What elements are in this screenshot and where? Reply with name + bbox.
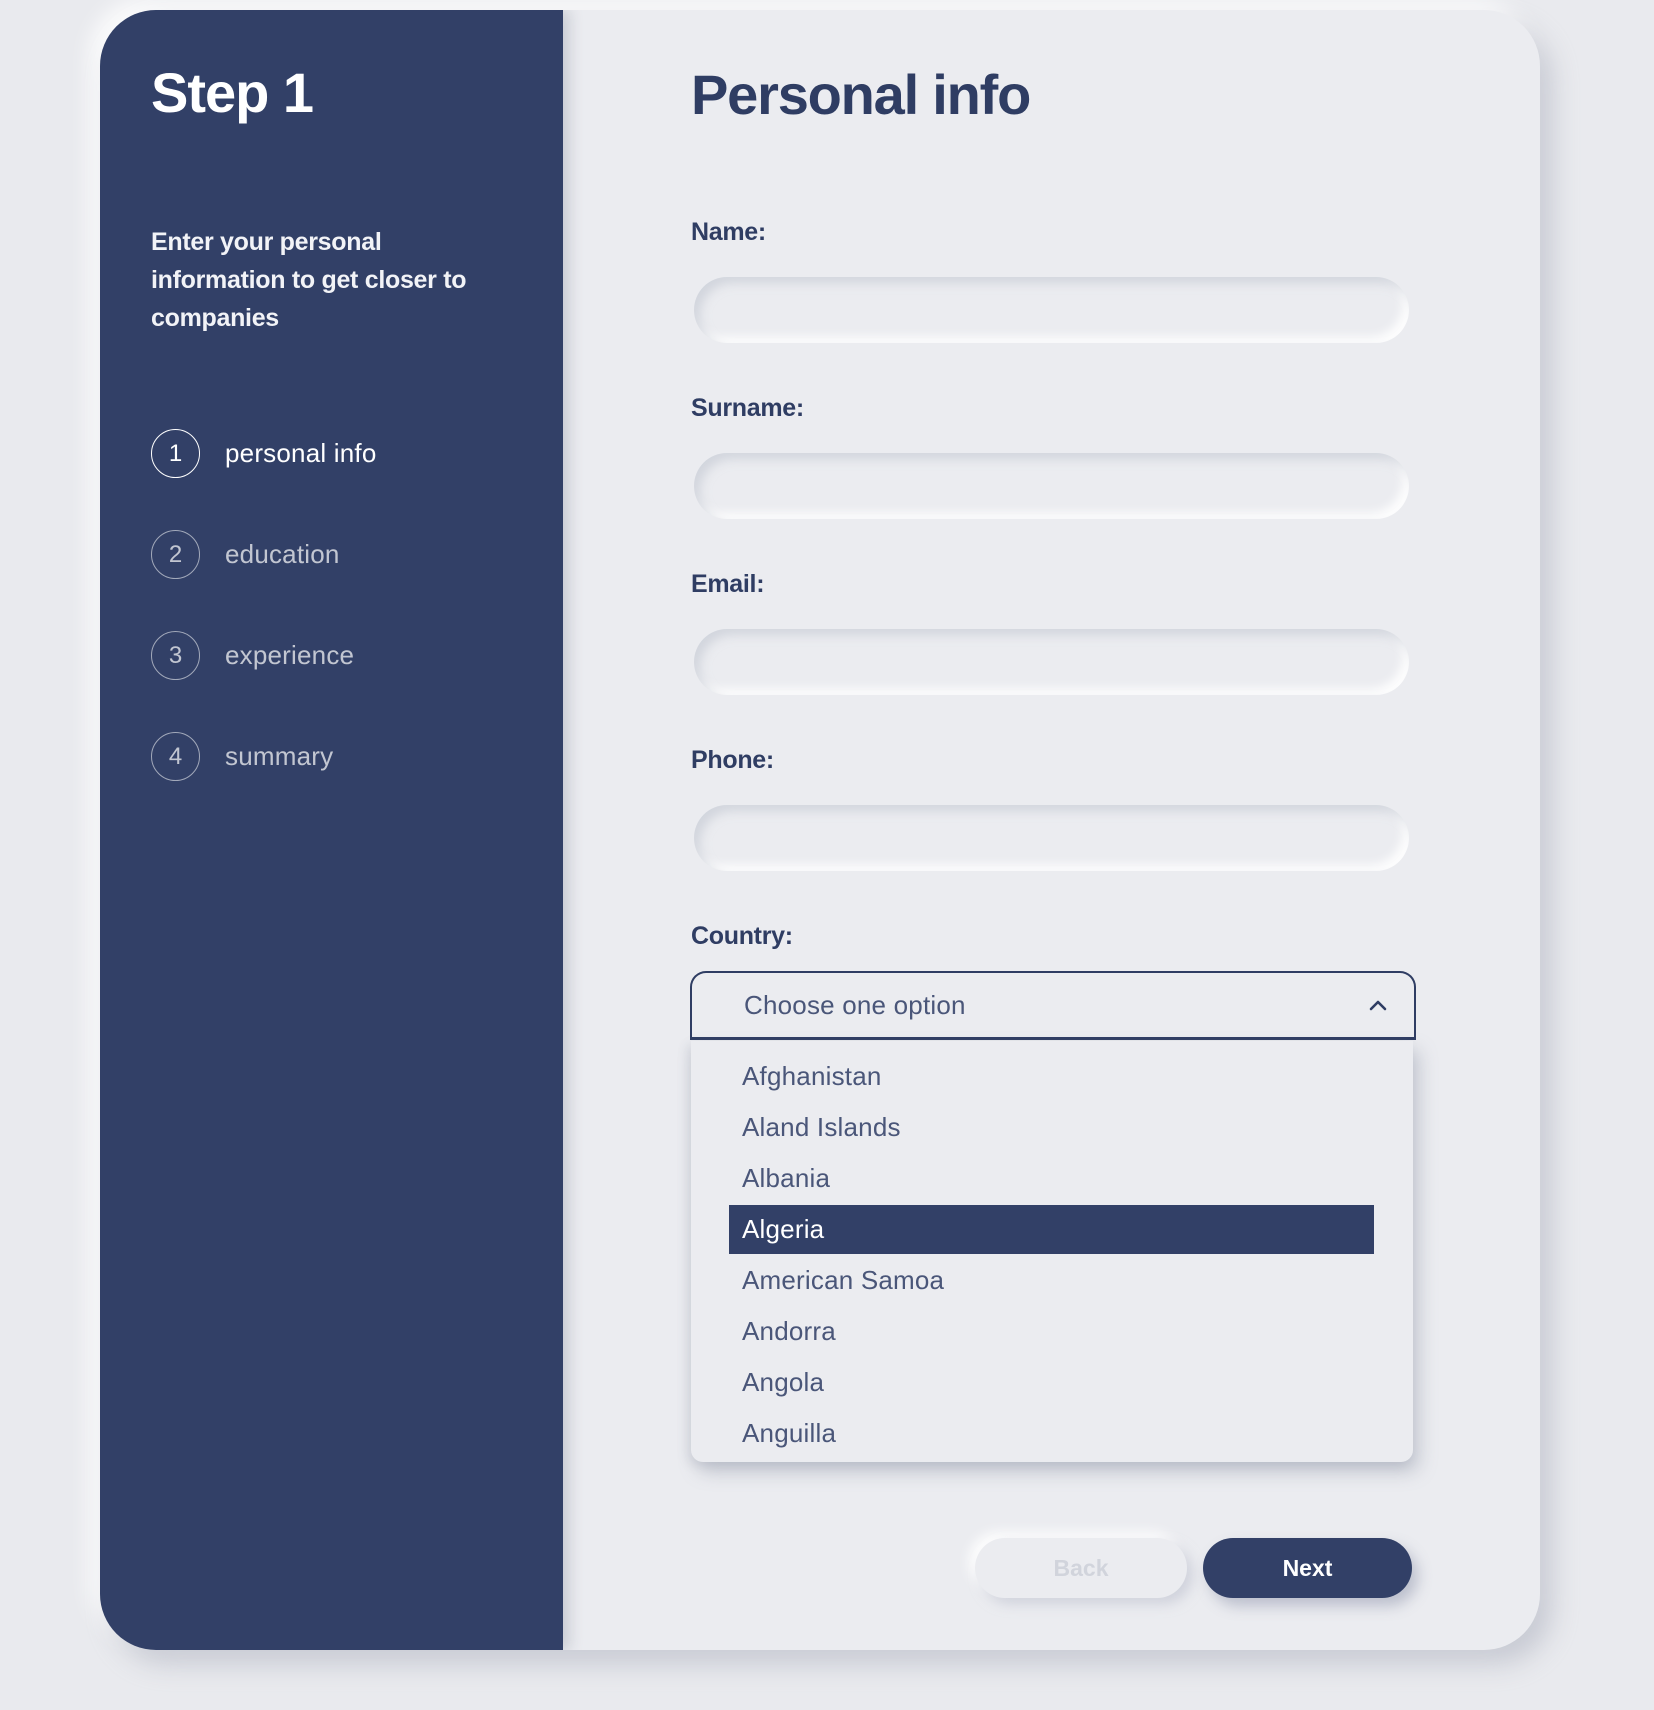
step-item-education[interactable]: 2 education (151, 529, 376, 580)
country-dropdown-list: Afghanistan Aland Islands Albania Algeri… (691, 1041, 1413, 1462)
country-option-angola[interactable]: Angola (729, 1358, 1374, 1407)
country-option-algeria[interactable]: Algeria (729, 1205, 1374, 1254)
country-select[interactable]: Choose one option (690, 971, 1416, 1040)
surname-label: Surname: (691, 394, 804, 422)
step-number: 4 (151, 732, 200, 781)
name-label: Name: (691, 218, 766, 246)
step-description: Enter your personal information to get c… (151, 228, 467, 332)
back-button[interactable]: Back (975, 1538, 1187, 1598)
country-label: Country: (691, 922, 793, 950)
step-list: 1 personal info 2 education 3 experience… (151, 428, 376, 832)
step-number: 3 (151, 631, 200, 680)
next-button[interactable]: Next (1203, 1538, 1412, 1598)
email-label: Email: (691, 570, 765, 598)
country-select-value: Choose one option (744, 989, 966, 1020)
step-number: 2 (151, 530, 200, 579)
step-label: summary (225, 741, 334, 771)
email-field[interactable] (694, 629, 1409, 695)
country-option-anguilla[interactable]: Anguilla (729, 1409, 1374, 1458)
chevron-up-icon[interactable] (1368, 998, 1388, 1012)
surname-field[interactable] (694, 453, 1409, 519)
country-option-albania[interactable]: Albania (729, 1154, 1374, 1203)
country-option-american-samoa[interactable]: American Samoa (729, 1256, 1374, 1305)
step-item-summary[interactable]: 4 summary (151, 731, 376, 782)
step-item-personal-info[interactable]: 1 personal info (151, 428, 376, 479)
name-field[interactable] (694, 277, 1409, 343)
country-option-afghanistan[interactable]: Afghanistan (729, 1052, 1374, 1101)
step-title: Step 1 (151, 61, 314, 124)
phone-field[interactable] (694, 805, 1409, 871)
sidebar: Step 1 Enter your personal information t… (100, 10, 563, 1650)
page-title: Personal info (691, 63, 1031, 126)
country-option-andorra[interactable]: Andorra (729, 1307, 1374, 1356)
phone-label: Phone: (691, 746, 774, 774)
step-number: 1 (151, 429, 200, 478)
step-label: personal info (225, 438, 377, 468)
step-label: education (225, 539, 340, 569)
step-label: experience (225, 640, 355, 670)
form-card: Step 1 Enter your personal information t… (100, 10, 1540, 1650)
step-item-experience[interactable]: 3 experience (151, 630, 376, 681)
country-option-aland-islands[interactable]: Aland Islands (729, 1103, 1374, 1152)
